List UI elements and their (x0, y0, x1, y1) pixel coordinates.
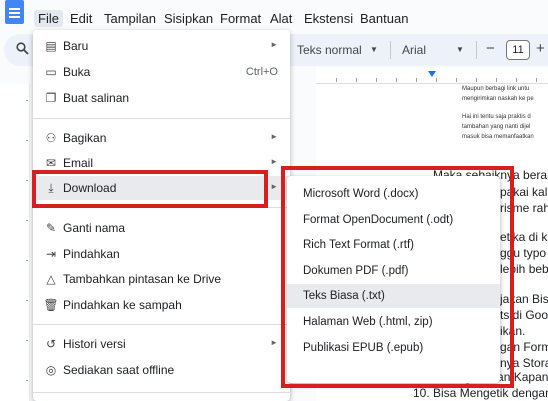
doc-note-line: mengirimkan naskah ke pe (462, 96, 534, 102)
submenu-arrow-icon: ► (270, 132, 278, 141)
share-person-icon: ⚇ (45, 131, 57, 145)
menu-item-label: Bagikan (63, 131, 107, 145)
docs-logo-icon[interactable] (5, 0, 24, 24)
menu-item-label: Pindahkan ke sampah (63, 298, 182, 312)
move-folder-icon: ⇥ (45, 247, 57, 261)
doc-note-line: masuk bisa memanfaatkan (462, 134, 534, 140)
font-size-input[interactable]: 11 (506, 40, 530, 60)
highlight-download-box (32, 170, 268, 208)
email-icon: ✉ (45, 156, 57, 170)
menu-extensions[interactable]: Ekstensi (300, 10, 357, 27)
menu-help[interactable]: Bantuan (356, 10, 412, 27)
indent-marker-icon[interactable] (428, 71, 436, 77)
menu-item-label: Buka (63, 65, 91, 79)
rename-icon: ✎ (45, 221, 57, 235)
menu-item-open[interactable]: ▭ Buka Ctrl+O (33, 60, 290, 84)
menu-item-label: Pindahkan (63, 247, 120, 261)
menu-item-add-shortcut[interactable]: △ Tambahkan pintasan ke Drive (33, 267, 290, 291)
submenu-arrow-icon: ► (270, 157, 278, 166)
doc-note-line: Hai ini tentu saja praktis d (462, 114, 531, 120)
menu-item-trash[interactable]: 🗑 Pindahkan ke sampah (33, 293, 290, 317)
paragraph-style-dropdown[interactable]: Teks normal (297, 43, 362, 57)
menu-divider (33, 392, 290, 393)
new-doc-icon: ▤ (45, 39, 57, 53)
menu-item-label: Baru (63, 39, 89, 53)
font-dropdown[interactable]: Arial (402, 43, 426, 57)
doc-note-line: Maupun berbagi link untu (462, 86, 530, 92)
increase-font-size-button[interactable]: + (536, 40, 545, 57)
menu-divider (33, 118, 290, 119)
toolbar-divider (390, 41, 391, 59)
submenu-arrow-icon: ► (270, 40, 278, 49)
menu-item-label: Buat salinan (63, 91, 130, 105)
menu-divider (33, 324, 290, 325)
menu-item-label: Histori versi (63, 337, 126, 351)
menu-view[interactable]: Tampilan (100, 10, 160, 27)
menu-item-new[interactable]: ▤ Baru ► (33, 34, 290, 58)
chevron-down-icon[interactable]: ▼ (370, 45, 378, 54)
folder-icon: ▭ (45, 65, 57, 79)
menu-item-label: Sediakan saat offline (63, 363, 175, 377)
trash-icon: 🗑 (43, 298, 59, 312)
search-icon[interactable] (16, 42, 29, 58)
menu-item-version-history[interactable]: ↺ Histori versi ► (33, 332, 290, 356)
toolbar-divider (476, 41, 477, 59)
menu-format[interactable]: Format (216, 10, 265, 27)
file-menu: ▤ Baru ► ▭ Buka Ctrl+O ❐ Buat salinan ⚇ … (33, 30, 290, 401)
menu-item-make-copy[interactable]: ❐ Buat salinan (33, 86, 290, 110)
highlight-submenu-box (281, 166, 514, 388)
copy-icon: ❐ (45, 91, 57, 105)
submenu-arrow-icon: ► (270, 182, 278, 191)
shortcut-label: Ctrl+O (245, 66, 278, 78)
decrease-font-size-button[interactable]: − (486, 40, 495, 57)
menu-item-share[interactable]: ⚇ Bagikan ► (33, 126, 290, 150)
menu-tools[interactable]: Alat (266, 10, 296, 27)
menu-item-offline[interactable]: ◎ Sediakan saat offline (33, 358, 290, 382)
submenu-arrow-icon: ► (270, 338, 278, 347)
history-icon: ↺ (45, 337, 57, 351)
menu-item-label: Email (63, 156, 94, 170)
offline-icon: ◎ (45, 363, 57, 377)
doc-text-line: 10. Bisa Mengetik dengan (413, 386, 548, 400)
menu-file[interactable]: File (34, 10, 63, 27)
menu-item-label: Ganti nama (63, 221, 126, 235)
drive-shortcut-icon: △ (46, 272, 56, 286)
menu-insert[interactable]: Sisipkan (160, 10, 217, 27)
chevron-down-icon[interactable]: ▼ (456, 45, 464, 54)
menu-item-rename[interactable]: ✎ Ganti nama (33, 216, 290, 240)
doc-note-line: tambahan yang nanti dijel (462, 124, 531, 130)
menu-item-move[interactable]: ⇥ Pindahkan (33, 242, 290, 266)
left-page-edge (0, 84, 30, 401)
menu-edit[interactable]: Edit (66, 10, 96, 27)
menu-item-label: Tambahkan pintasan ke Drive (63, 272, 222, 286)
